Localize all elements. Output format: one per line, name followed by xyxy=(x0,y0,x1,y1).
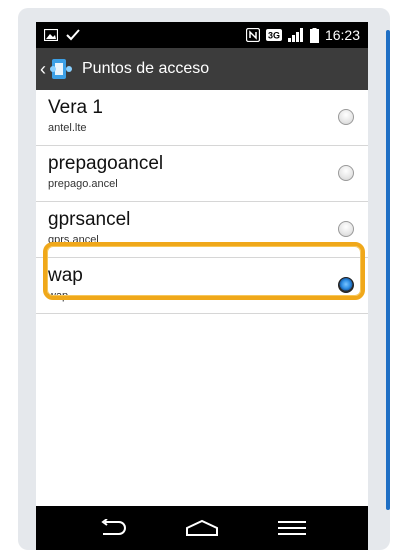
home-icon xyxy=(186,519,218,536)
apn-value: antel.lte xyxy=(48,122,87,134)
apn-list-item-vera-1[interactable]: Vera 1 antel.lte xyxy=(36,90,368,146)
network-badge-text: 3G xyxy=(268,31,280,41)
apn-list-item-prepagoancel[interactable]: prepagoancel prepago.ancel xyxy=(36,146,368,202)
back-icon xyxy=(101,519,126,535)
nav-home-button[interactable] xyxy=(162,506,242,550)
apn-name: prepagoancel xyxy=(48,153,164,174)
nav-menu-button[interactable] xyxy=(252,506,332,550)
check-icon xyxy=(66,29,80,41)
apn-name: Vera 1 xyxy=(48,97,103,118)
page-title: Puntos de acceso xyxy=(82,60,210,77)
status-time: 16:23 xyxy=(324,27,360,43)
network-3g-icon: 3G xyxy=(265,29,282,41)
picture-icon xyxy=(44,29,58,41)
apn-radio-button[interactable] xyxy=(338,165,354,181)
selection-highlight-outline xyxy=(43,242,365,300)
frame-accent-edge xyxy=(386,30,390,510)
battery-icon xyxy=(309,27,319,43)
apn-radio-button[interactable] xyxy=(338,109,354,125)
action-bar: ‹ Puntos de acceso xyxy=(36,48,368,90)
nfc-icon xyxy=(245,28,260,42)
apn-name: gprsancel xyxy=(48,209,131,230)
status-bar: 3G 16:23 xyxy=(36,22,368,48)
navigation-bar xyxy=(36,506,368,550)
up-navigation-chevron-icon[interactable]: ‹ xyxy=(40,48,46,90)
status-left-icons xyxy=(44,26,80,44)
status-right-icons: 3G 16:23 xyxy=(245,26,360,44)
menu-icon xyxy=(278,521,306,535)
apn-app-icon[interactable] xyxy=(48,56,74,82)
nav-back-button[interactable] xyxy=(72,506,152,550)
phone-screen: 3G 16:23 ‹ Puntos de acceso Vera 1 antel… xyxy=(36,22,368,550)
apn-radio-button[interactable] xyxy=(338,221,354,237)
apn-value: prepago.ancel xyxy=(48,178,118,190)
signal-icon xyxy=(287,28,303,42)
